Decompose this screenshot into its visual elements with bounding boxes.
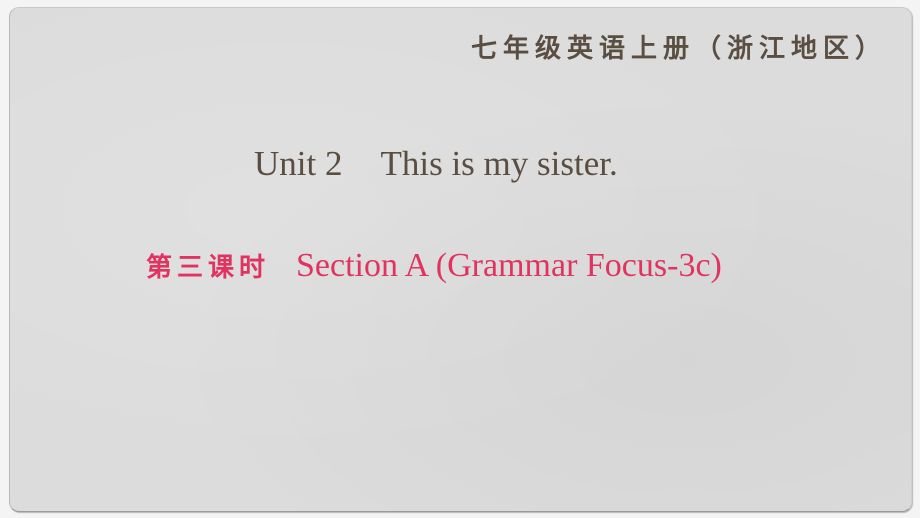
unit-name: This is my sister. [380, 144, 618, 183]
unit-title: Unit 2 This is my sister. [254, 146, 618, 181]
slide-card: 七年级英语上册（浙江地区） Unit 2 This is my sister. 第… [9, 7, 912, 512]
course-header-title: 七年级英语上册（浙江地区） [470, 34, 887, 64]
lesson-section: Section A (Grammar Focus-3c) [296, 247, 722, 284]
unit-label: Unit 2 [254, 144, 343, 183]
lesson-subtitle: 第三课时 Section A (Grammar Focus-3c) [146, 249, 722, 283]
lesson-number: 第三课时 [146, 253, 271, 283]
